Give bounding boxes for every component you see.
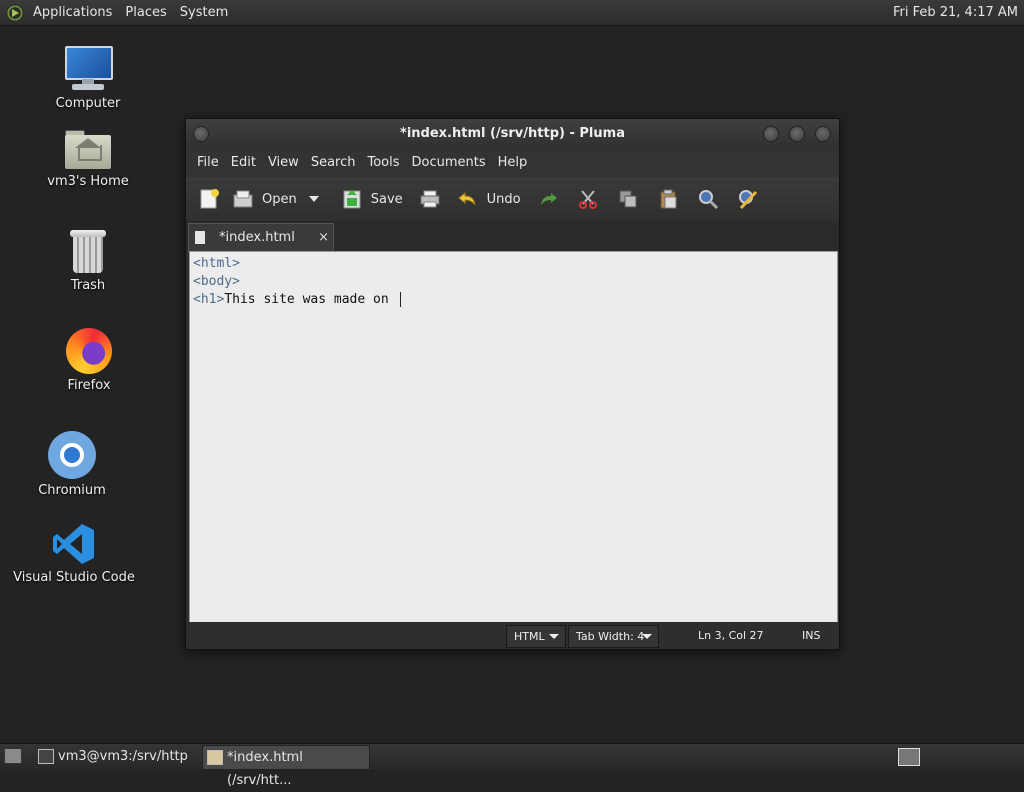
bottom-panel: vm3@vm3:/srv/http *index.html (/srv/htt.… <box>0 743 1024 788</box>
copy-button[interactable] <box>617 188 639 210</box>
window-title: *index.html (/srv/http) - Pluma <box>400 126 625 141</box>
print-button[interactable] <box>419 188 441 210</box>
replace-icon <box>737 188 759 210</box>
tab-label: *index.html <box>219 230 295 245</box>
minimize-button[interactable] <box>763 126 779 142</box>
text-editor-icon <box>207 750 223 765</box>
tab-index-html[interactable]: *index.html × <box>188 223 334 252</box>
close-window-button[interactable] <box>815 126 831 142</box>
trash-icon <box>70 230 106 274</box>
html-tag: <body> <box>193 274 240 289</box>
desktop-icon-label: vm3's Home <box>47 174 129 189</box>
chevron-down-icon <box>308 196 319 202</box>
text-cursor <box>399 292 401 307</box>
menu-help[interactable]: Help <box>498 149 528 177</box>
menu-places[interactable]: Places <box>125 0 166 25</box>
undo-icon <box>457 188 479 210</box>
menu-search[interactable]: Search <box>311 149 356 177</box>
statusbar: HTML Tab Width: 4 Ln 3, Col 27 INS <box>186 622 839 649</box>
window-titlebar[interactable]: *index.html (/srv/http) - Pluma <box>186 119 839 149</box>
find-icon <box>697 188 719 210</box>
taskbar-item-terminal[interactable]: vm3@vm3:/srv/http <box>34 745 218 768</box>
find-button[interactable] <box>697 188 719 210</box>
redo-icon <box>537 188 559 210</box>
paste-icon <box>657 188 679 210</box>
desktop-icon-vscode[interactable]: Visual Studio Code <box>9 522 139 585</box>
desktop-icon-label: Trash <box>70 278 106 293</box>
desktop-icon-computer[interactable]: Computer <box>23 46 153 111</box>
open-label: Open <box>262 191 297 207</box>
text-editor[interactable]: <html> <body> <h1>This site was made on <box>189 251 838 624</box>
undo-label: Undo <box>486 191 521 207</box>
desktop-icon-trash[interactable]: Trash <box>23 230 153 293</box>
print-icon <box>419 188 441 210</box>
maximize-button[interactable] <box>789 126 805 142</box>
undo-button[interactable]: Undo <box>457 188 521 210</box>
cut-button[interactable] <box>577 188 599 210</box>
menu-documents[interactable]: Documents <box>412 149 486 177</box>
save-icon <box>341 188 363 210</box>
tab-close-icon[interactable]: × <box>318 224 329 252</box>
chevron-down-icon <box>642 634 652 639</box>
editor-line: <body> <box>193 274 240 289</box>
taskbar-item-pluma[interactable]: *index.html (/srv/htt... <box>202 745 370 788</box>
editor-text: This site was made on <box>224 292 397 307</box>
desktop-icon-label: Visual Studio Code <box>13 570 135 585</box>
tab-width-value: Tab Width: 4 <box>576 630 645 643</box>
cut-icon <box>577 188 599 210</box>
home-folder-icon <box>65 130 111 170</box>
document-icon <box>195 231 205 244</box>
editor-line: <html> <box>193 256 240 271</box>
html-tag: <h1> <box>193 292 225 307</box>
language-value: HTML <box>514 630 545 643</box>
new-document-icon <box>198 188 220 210</box>
menu-applications[interactable]: Applications <box>33 0 112 25</box>
desktop-icon-firefox[interactable]: Firefox <box>24 328 154 393</box>
chevron-down-icon <box>549 634 559 639</box>
language-selector[interactable]: HTML <box>506 625 566 648</box>
replace-button[interactable] <box>737 188 759 210</box>
menubar: File Edit View Search Tools Documents He… <box>186 149 839 177</box>
terminal-icon <box>38 749 54 764</box>
vscode-icon <box>52 522 96 566</box>
chromium-icon <box>48 431 96 479</box>
toolbar: Open Save Undo <box>186 177 839 221</box>
open-button[interactable]: Open <box>232 188 297 210</box>
editor-line: <h1>This site was made on <box>193 292 401 307</box>
menu-file[interactable]: File <box>197 149 219 177</box>
paste-button[interactable] <box>657 188 679 210</box>
new-button[interactable] <box>198 188 220 210</box>
save-button[interactable]: Save <box>341 188 403 210</box>
desktop-icon-chromium[interactable]: Chromium <box>7 431 137 498</box>
taskbar-item-label: vm3@vm3:/srv/http <box>58 749 188 764</box>
cursor-position: Ln 3, Col 27 <box>698 629 764 642</box>
menu-edit[interactable]: Edit <box>231 149 256 177</box>
document-tabbar: *index.html × <box>186 221 839 252</box>
mate-logo-icon[interactable] <box>6 3 24 22</box>
menu-view[interactable]: View <box>268 149 299 177</box>
pluma-window: *index.html (/srv/http) - Pluma File Edi… <box>185 118 840 650</box>
taskbar-item-label: *index.html (/srv/htt... <box>227 750 303 788</box>
desktop-icon-label: Computer <box>55 96 121 111</box>
workspace-switcher[interactable] <box>898 748 920 766</box>
html-tag: <html> <box>193 256 240 271</box>
open-icon <box>232 188 254 210</box>
desktop-icon-label: Chromium <box>38 483 106 498</box>
firefox-icon <box>66 328 112 374</box>
save-label: Save <box>370 191 403 207</box>
desktop-icon-label: Firefox <box>67 378 111 393</box>
clock[interactable]: Fri Feb 21, 4:17 AM <box>893 0 1018 25</box>
menu-system[interactable]: System <box>180 0 228 25</box>
computer-icon <box>64 46 113 92</box>
redo-button[interactable] <box>537 188 559 210</box>
tab-width-selector[interactable]: Tab Width: 4 <box>568 625 659 648</box>
menu-tools[interactable]: Tools <box>367 149 399 177</box>
insert-mode: INS <box>802 629 821 642</box>
show-desktop-button[interactable] <box>4 748 22 764</box>
open-dropdown-button[interactable] <box>308 196 319 202</box>
desktop-icon-home[interactable]: vm3's Home <box>23 130 153 189</box>
top-panel: Applications Places System Fri Feb 21, 4… <box>0 0 1024 26</box>
copy-icon <box>617 188 639 210</box>
